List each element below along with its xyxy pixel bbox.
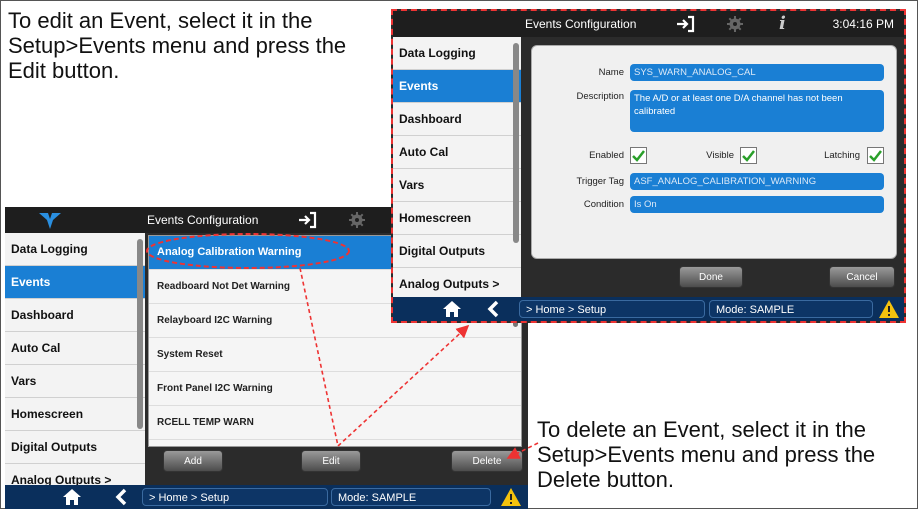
delete-callout-arrow [506, 442, 539, 459]
edit-connector-line [299, 267, 339, 447]
selected-event-highlight [146, 233, 350, 269]
callout-overlay [146, 233, 539, 459]
edit-to-detail-arrow [337, 324, 470, 447]
